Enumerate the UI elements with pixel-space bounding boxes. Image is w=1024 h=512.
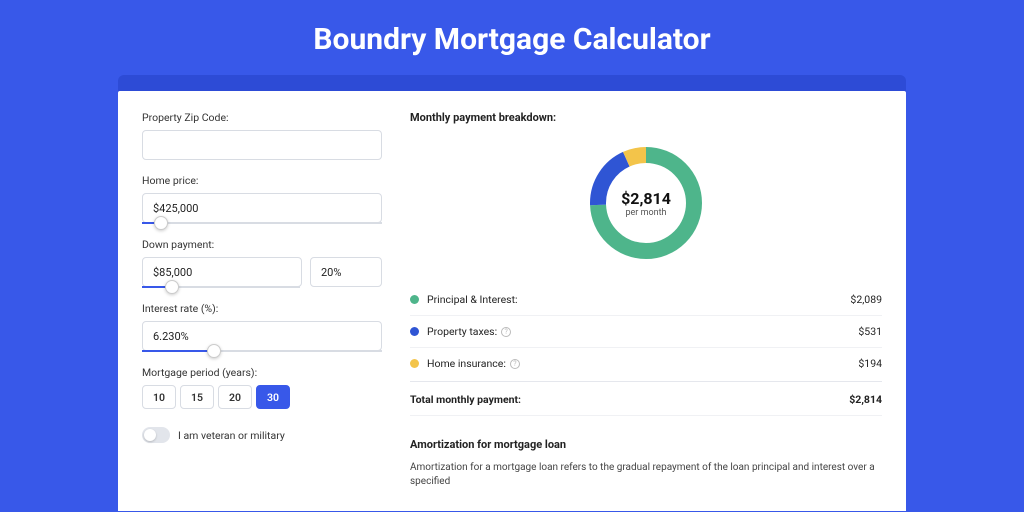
rate-field: Interest rate (%): [142,302,382,352]
home-price-field: Home price: [142,174,382,224]
amortization-text: Amortization for a mortgage loan refers … [410,461,882,489]
home-price-label: Home price: [142,174,382,187]
veteran-toggle[interactable] [142,427,170,443]
home-price-input[interactable] [142,193,382,223]
donut-wrap: $2,814 per month [410,136,882,284]
legend-dot [410,359,419,368]
legend-dot [410,295,419,304]
rate-slider[interactable] [142,350,382,352]
donut-sub: per month [625,208,666,218]
rate-input[interactable] [142,321,382,351]
breakdown-column: Monthly payment breakdown: $2,814 per mo… [410,111,882,511]
zip-label: Property Zip Code: [142,111,382,124]
down-payment-field: Down payment: [142,238,382,288]
slider-thumb[interactable] [165,280,179,294]
period-button-30[interactable]: 30 [256,385,290,409]
legend-value: $194 [858,357,882,370]
rate-label: Interest rate (%): [142,302,382,315]
period-button-15[interactable]: 15 [180,385,214,409]
period-button-20[interactable]: 20 [218,385,252,409]
legend-label: Principal & Interest: [427,293,850,306]
amortization-header: Amortization for mortgage loan [410,438,882,451]
breakdown-header: Monthly payment breakdown: [410,111,882,124]
legend-row: Home insurance:?$194 [410,348,882,379]
zip-field: Property Zip Code: [142,111,382,160]
donut-amount: $2,814 [621,189,671,208]
legend-total-row: Total monthly payment: $2,814 [410,381,882,416]
veteran-label: I am veteran or military [178,429,285,442]
legend-total-value: $2,814 [849,393,882,406]
amortization-section: Amortization for mortgage loan Amortizat… [410,438,882,489]
legend-label: Property taxes:? [427,325,858,338]
slider-thumb[interactable] [154,216,168,230]
period-buttons: 10152030 [142,385,382,409]
legend: Principal & Interest:$2,089Property taxe… [410,284,882,379]
legend-label: Home insurance:? [427,357,858,370]
period-button-10[interactable]: 10 [142,385,176,409]
card-outer: Property Zip Code: Home price: Down paym… [118,75,906,511]
calculator-card: Property Zip Code: Home price: Down paym… [118,91,906,511]
legend-dot [410,327,419,336]
slider-thumb[interactable] [207,344,221,358]
page-title: Boundry Mortgage Calculator [0,0,1024,75]
legend-value: $531 [858,325,882,338]
slider-fill [142,350,214,352]
veteran-row: I am veteran or military [142,427,382,443]
info-icon[interactable]: ? [510,359,520,369]
donut-center: $2,814 per month [585,142,707,264]
zip-input[interactable] [142,130,382,160]
period-field: Mortgage period (years): 10152030 [142,366,382,409]
legend-value: $2,089 [850,293,882,306]
info-icon[interactable]: ? [501,327,511,337]
donut-chart: $2,814 per month [585,142,707,264]
legend-total-label: Total monthly payment: [410,393,849,406]
form-column: Property Zip Code: Home price: Down paym… [142,111,382,511]
legend-row: Property taxes:?$531 [410,316,882,348]
home-price-slider[interactable] [142,222,382,224]
down-payment-label: Down payment: [142,238,382,251]
period-label: Mortgage period (years): [142,366,382,379]
down-payment-slider[interactable] [142,286,300,288]
down-payment-pct-input[interactable] [310,257,382,287]
legend-row: Principal & Interest:$2,089 [410,284,882,316]
